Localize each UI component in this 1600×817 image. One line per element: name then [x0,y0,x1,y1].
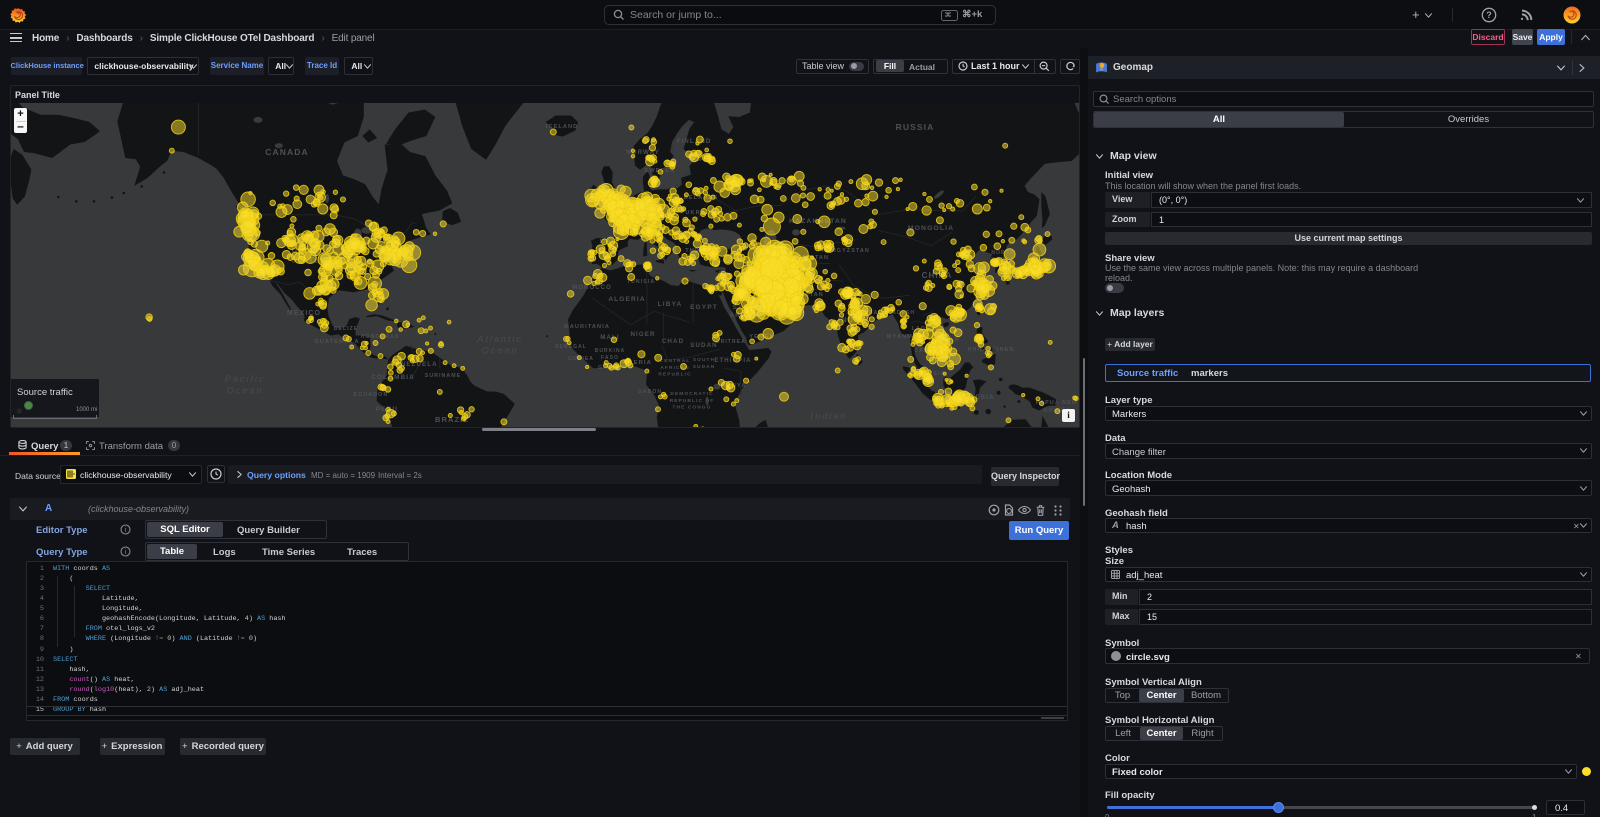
svg-text:ERITREA: ERITREA [716,339,746,345]
svg-text:Atlantic: Atlantic [476,334,523,345]
svg-text:CANADA: CANADA [265,147,308,157]
svg-text:SUDAN: SUDAN [693,364,716,370]
svg-text:ECUADOR: ECUADOR [354,392,389,398]
svg-text:Indian: Indian [811,411,848,422]
svg-text:BURKINA: BURKINA [595,348,626,354]
svg-text:FASO: FASO [601,355,619,361]
svg-text:SUDAN: SUDAN [690,342,718,349]
svg-text:MAURITANIA: MAURITANIA [564,324,610,330]
svg-text:THE CONGO: THE CONGO [673,405,712,411]
svg-text:REPUBLIC: REPUBLIC [658,372,691,378]
svg-text:MOROCCO: MOROCCO [572,285,612,291]
svg-text:MONGOLIA: MONGOLIA [908,225,954,232]
svg-text:EGYPT: EGYPT [690,304,718,311]
svg-text:REPUBLIC OF: REPUBLIC OF [670,398,715,404]
svg-text:i: i [125,527,127,534]
svg-text:BELIZE: BELIZE [334,326,358,332]
svg-text:ETHIOPIA: ETHIOPIA [714,358,751,364]
svg-text:FINLAND: FINLAND [677,138,712,145]
svg-text:RUSSIA: RUSSIA [896,122,935,132]
svg-text:LIBYA: LIBYA [658,301,683,308]
svg-text:Ocean: Ocean [227,386,264,397]
svg-text:SENEGAL: SENEGAL [555,344,587,350]
svg-text:ALGERIA: ALGERIA [608,296,645,303]
svg-text:SURINAME: SURINAME [425,373,461,379]
svg-text:GABON: GABON [638,389,662,395]
svg-text:?: ? [1486,10,1492,20]
svg-text:SOUTH: SOUTH [693,357,715,363]
svg-text:Pacific: Pacific [225,374,266,385]
svg-text:i: i [125,549,127,556]
svg-text:ICELAND: ICELAND [546,124,579,130]
svg-text:DEMOCRATIC: DEMOCRATIC [670,391,713,397]
svg-text:MEXICO: MEXICO [287,310,321,317]
svg-text:NIGER: NIGER [630,331,655,338]
svg-text:Ocean: Ocean [482,346,519,357]
svg-text:GUATEMALA: GUATEMALA [314,339,359,345]
svg-text:CHAD: CHAD [662,338,684,345]
svg-text:CENTRAL: CENTRAL [660,358,691,364]
